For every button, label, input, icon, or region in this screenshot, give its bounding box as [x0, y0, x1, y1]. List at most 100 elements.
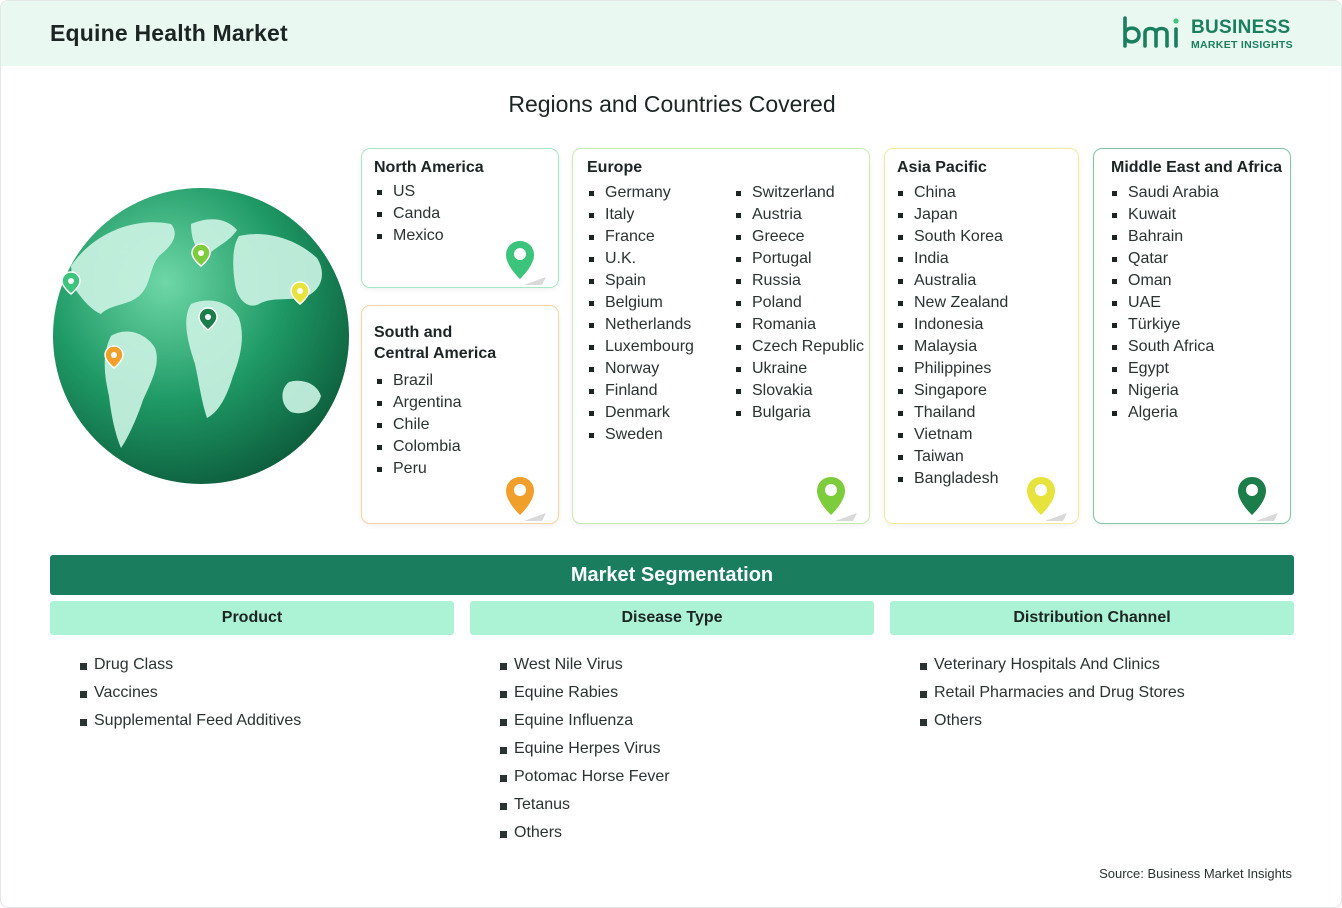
logo-word-business: BUSINESS: [1191, 17, 1291, 38]
list-item: Türkiye: [1111, 314, 1219, 336]
list-item: Sweden: [588, 424, 694, 446]
segment-heading-distribution-channel: Distribution Channel: [890, 601, 1294, 635]
country-list: Saudi Arabia Kuwait Bahrain Qatar Oman U…: [1111, 182, 1219, 424]
header: Equine Health Market BUSINESS MARKET INS…: [1, 1, 1341, 66]
list-item: India: [897, 248, 1008, 270]
list-item: Oman: [1111, 270, 1219, 292]
list-item: Singapore: [897, 380, 1008, 402]
region-title: Europe: [587, 159, 643, 176]
list-item: Bahrain: [1111, 226, 1219, 248]
list-item: Bulgaria: [735, 402, 864, 424]
list-item: Chile: [376, 414, 462, 436]
region-title: Asia Pacific: [897, 159, 987, 176]
list-item: West Nile Virus: [500, 651, 670, 679]
list-item: Portugal: [735, 248, 864, 270]
list-item: Australia: [897, 270, 1008, 292]
page-title: Equine Health Market: [50, 20, 288, 46]
list-item: Peru: [376, 458, 462, 480]
list-item: Potomac Horse Fever: [500, 763, 670, 791]
region-card-north-america: North America US Canda Mexico: [361, 148, 559, 288]
list-item: US: [376, 181, 444, 203]
bmi-logo-icon: [1123, 16, 1179, 48]
list-item: Spain: [588, 270, 694, 292]
region-card-south-central-america: South and Central America Brazil Argenti…: [361, 305, 559, 524]
list-item: Kuwait: [1111, 204, 1219, 226]
segmentation-title: Market Segmentation: [50, 555, 1294, 595]
list-item: Japan: [897, 204, 1008, 226]
list-item: Tetanus: [500, 791, 670, 819]
list-item: Luxembourg: [588, 336, 694, 358]
list-item: Veterinary Hospitals And Clinics: [920, 651, 1185, 679]
regions-title: Regions and Countries Covered: [508, 91, 836, 117]
list-item: Poland: [735, 292, 864, 314]
list-item: Supplemental Feed Additives: [80, 707, 301, 735]
brand-logo: BUSINESS MARKET INSIGHTS: [1121, 16, 1301, 52]
list-item: Germany: [588, 182, 694, 204]
segment-list-distribution-channel: Veterinary Hospitals And Clinics Retail …: [920, 651, 1185, 735]
list-item: Ukraine: [735, 358, 864, 380]
list-item: Vietnam: [897, 424, 1008, 446]
list-item: Russia: [735, 270, 864, 292]
list-item: Equine Rabies: [500, 679, 670, 707]
list-item: South Korea: [897, 226, 1008, 248]
list-item: Romania: [735, 314, 864, 336]
list-item: China: [897, 182, 1008, 204]
country-list-col1: Germany Italy France U.K. Spain Belgium …: [588, 182, 694, 446]
map-pin-icon: [506, 477, 546, 521]
list-item: Algeria: [1111, 402, 1219, 424]
country-list: China Japan South Korea India Australia …: [897, 182, 1008, 490]
map-pin-icon: [1027, 477, 1067, 521]
region-card-asia-pacific: Asia Pacific China Japan South Korea Ind…: [884, 148, 1079, 524]
list-item: Netherlands: [588, 314, 694, 336]
list-item: Equine Influenza: [500, 707, 670, 735]
list-item: Brazil: [376, 370, 462, 392]
list-item: Bangladesh: [897, 468, 1008, 490]
list-item: Italy: [588, 204, 694, 226]
region-title-line1: South and: [374, 324, 453, 341]
segment-list-disease-type: West Nile Virus Equine Rabies Equine Inf…: [500, 651, 670, 847]
infographic-frame: Equine Health Market BUSINESS MARKET INS…: [0, 0, 1342, 908]
list-item: UAE: [1111, 292, 1219, 314]
list-item: Switzerland: [735, 182, 864, 204]
list-item: Nigeria: [1111, 380, 1219, 402]
region-title: North America: [374, 159, 484, 176]
list-item: Mexico: [376, 225, 444, 247]
country-list: US Canda Mexico: [376, 181, 444, 247]
list-item: U.K.: [588, 248, 694, 270]
list-item: Finland: [588, 380, 694, 402]
region-title: South and Central America: [374, 322, 496, 364]
list-item: Others: [920, 707, 1185, 735]
list-item: New Zealand: [897, 292, 1008, 314]
region-title-line2: Central America: [374, 345, 497, 362]
region-title: Middle East and Africa: [1111, 159, 1282, 176]
globe-icon: [53, 188, 349, 484]
list-item: Equine Herpes Virus: [500, 735, 670, 763]
map-pin-icon: [817, 477, 857, 521]
list-item: Vaccines: [80, 679, 301, 707]
map-pin-icon: [506, 241, 546, 285]
list-item: Others: [500, 819, 670, 847]
list-item: Philippines: [897, 358, 1008, 380]
list-item: Taiwan: [897, 446, 1008, 468]
list-item: Czech Republic: [735, 336, 864, 358]
list-item: Malaysia: [897, 336, 1008, 358]
region-card-europe: Europe Germany Italy France U.K. Spain B…: [572, 148, 870, 524]
list-item: Greece: [735, 226, 864, 248]
region-card-middle-east-africa: Middle East and Africa Saudi Arabia Kuwa…: [1093, 148, 1291, 524]
list-item: Belgium: [588, 292, 694, 314]
list-item: South Africa: [1111, 336, 1219, 358]
segment-list-product: Drug Class Vaccines Supplemental Feed Ad…: [80, 651, 301, 735]
list-item: Saudi Arabia: [1111, 182, 1219, 204]
list-item: Indonesia: [897, 314, 1008, 336]
segment-heading-product: Product: [50, 601, 454, 635]
country-list-col2: Switzerland Austria Greece Portugal Russ…: [735, 182, 864, 424]
list-item: Thailand: [897, 402, 1008, 424]
list-item: France: [588, 226, 694, 248]
logo-word-market-insights: MARKET INSIGHTS: [1191, 39, 1293, 51]
segment-heading-disease-type: Disease Type: [470, 601, 874, 635]
list-item: Retail Pharmacies and Drug Stores: [920, 679, 1185, 707]
list-item: Argentina: [376, 392, 462, 414]
country-list: Brazil Argentina Chile Colombia Peru: [376, 370, 462, 480]
list-item: Slovakia: [735, 380, 864, 402]
source-note: Source: Business Market Insights: [1099, 866, 1292, 881]
